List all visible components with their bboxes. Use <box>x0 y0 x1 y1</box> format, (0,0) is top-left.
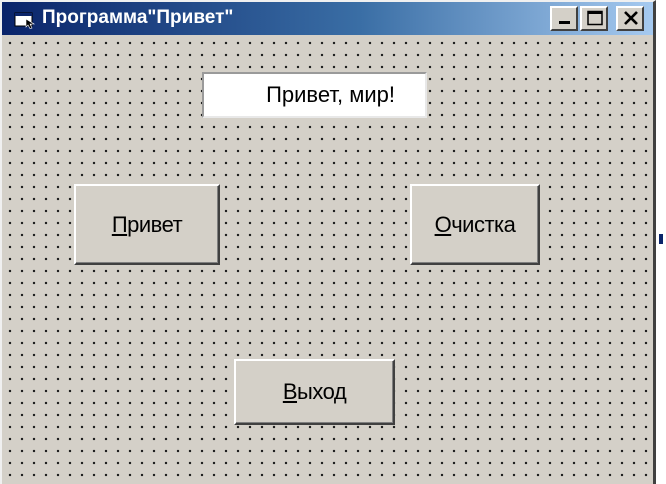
title-bar[interactable]: Программа"Привет" <box>2 2 653 35</box>
exit-button-label: ыход <box>297 379 347 404</box>
clear-button-mnemonic: О <box>434 211 452 237</box>
hello-button-label: ривет <box>127 211 183 237</box>
minimize-icon <box>559 21 570 24</box>
maximize-icon <box>587 10 603 26</box>
resize-handle[interactable] <box>659 234 663 244</box>
greeting-label: Привет, мир! <box>202 72 427 118</box>
greeting-label-text: Привет, мир! <box>266 82 395 107</box>
close-icon <box>624 11 638 25</box>
clear-button-label: чистка <box>451 211 516 237</box>
hello-button-mnemonic: П <box>111 211 128 237</box>
form-icon[interactable] <box>14 9 36 29</box>
program-window: Программа"Привет" Привет, мир! Привет О <box>0 0 656 484</box>
minimize-button[interactable] <box>550 6 578 31</box>
window-title: Программа"Привет" <box>42 7 234 28</box>
clear-button[interactable]: Очистка <box>410 184 540 265</box>
hello-button[interactable]: Привет <box>74 184 220 265</box>
exit-button-mnemonic: В <box>282 379 298 404</box>
close-button[interactable] <box>616 6 644 31</box>
maximize-button[interactable] <box>580 6 608 31</box>
exit-button[interactable]: Выход <box>234 359 395 425</box>
form-design-grid: Привет, мир! Привет Очистка Выход <box>2 35 653 484</box>
